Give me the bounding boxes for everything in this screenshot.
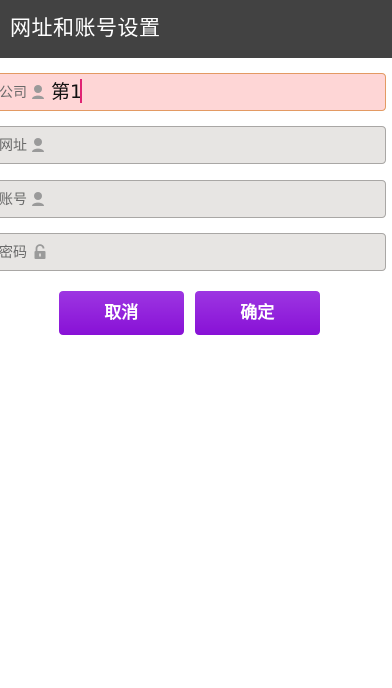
url-field[interactable]: 网址 [0,126,386,164]
text-cursor [80,79,82,103]
confirm-button[interactable]: 确定 [195,291,320,335]
title-bar: 网址和账号设置 [0,0,392,58]
company-field-label: 公司 [0,85,27,101]
page-title: 网址和账号设置 [10,16,161,40]
account-field[interactable]: 账号 [0,180,386,218]
url-field-label: 网址 [0,138,27,154]
person-icon [32,192,44,206]
lock-icon [34,244,46,259]
company-field[interactable]: 公司 第1 [0,73,386,111]
person-icon [32,85,44,99]
password-field[interactable]: 密码 [0,233,386,271]
account-field-label: 账号 [0,192,27,208]
person-icon [32,138,44,152]
cancel-button[interactable]: 取消 [59,291,184,335]
company-field-value: 第1 [51,81,83,103]
password-field-label: 密码 [0,245,27,261]
